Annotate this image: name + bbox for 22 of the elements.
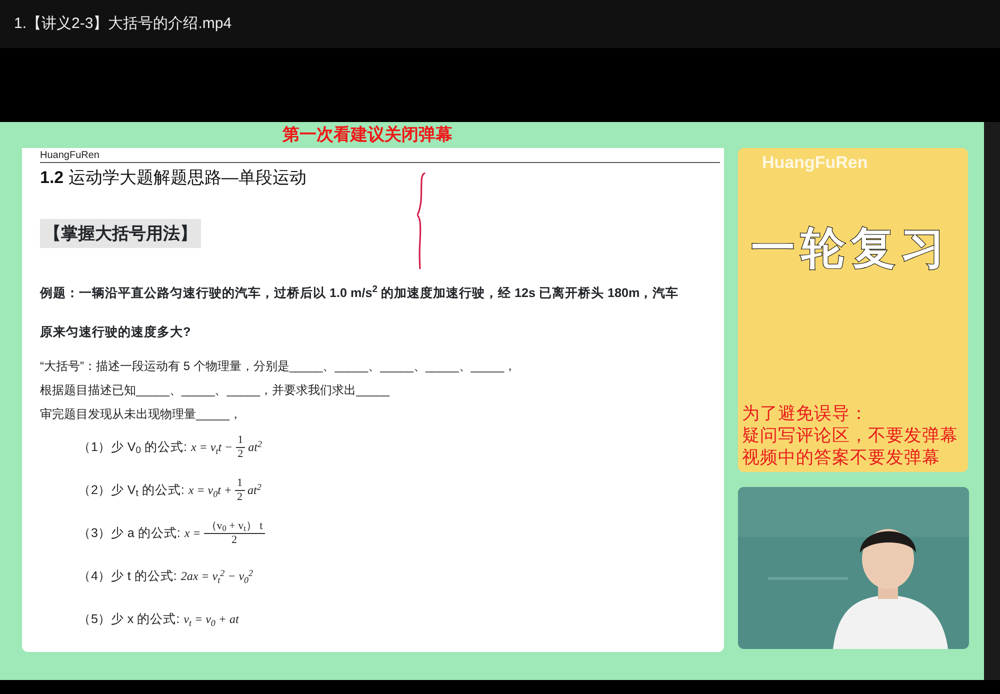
section-heading: 【掌握大括号用法】 (40, 218, 201, 248)
formula-label: （4）少 t 的公式: (78, 568, 177, 585)
video-title: 1.【讲义2-3】大括号的介绍.mp4 (14, 14, 232, 34)
warning-note: 视频中的答案不要发弹幕 (742, 446, 941, 468)
worksheet-line: 审完题目发现从未出现物理量_____， (40, 406, 242, 423)
warning-note: 为了避免误导： (742, 402, 869, 424)
warning-note: 疑问写评论区，不要发弹幕 (742, 424, 959, 446)
formula-label: （2）少 V$_{t}$ 的公式: (78, 482, 184, 500)
formula-label: （1）少 V$_{0}$ 的公式: (78, 438, 187, 457)
slide-header: HuangFuRen (40, 150, 720, 163)
example-question-end: 原来匀速行驶的速度多大? (40, 324, 192, 341)
panel-headline: 一轮复习 (750, 222, 952, 274)
worksheet-line: 根据题目描述已知_____、_____、_____，并要求我们求出_____ (40, 382, 390, 399)
example-question: 例题：一辆沿平直公路匀速行驶的汽车，过桥后以 1.0 m/s$^{2}$ 的加速度加速行驶，经 12s 已离开桥头 180m，汽车 (40, 284, 680, 302)
formula-label: （5）少 x 的公式: (78, 610, 180, 628)
worksheet-line: “大括号”：描述一段运动有 5 个物理量，分别是_____、_____、_____、_____、_____， (40, 358, 518, 375)
watermark-text: HuangFuRen (761, 152, 869, 174)
slide-title: 1.2 运动学大题解题思路—单段运动 (40, 167, 308, 189)
formula: v$_{t}$ = v$_{0}$ + at (184, 611, 239, 628)
formula: x = （v$_{0}$ + v$_{t}$） t 2 (184, 520, 265, 547)
formula-label: （3）少 a 的公式: (78, 524, 180, 542)
danmaku-comment: 第一次看建议关闭弹幕 (282, 125, 452, 144)
